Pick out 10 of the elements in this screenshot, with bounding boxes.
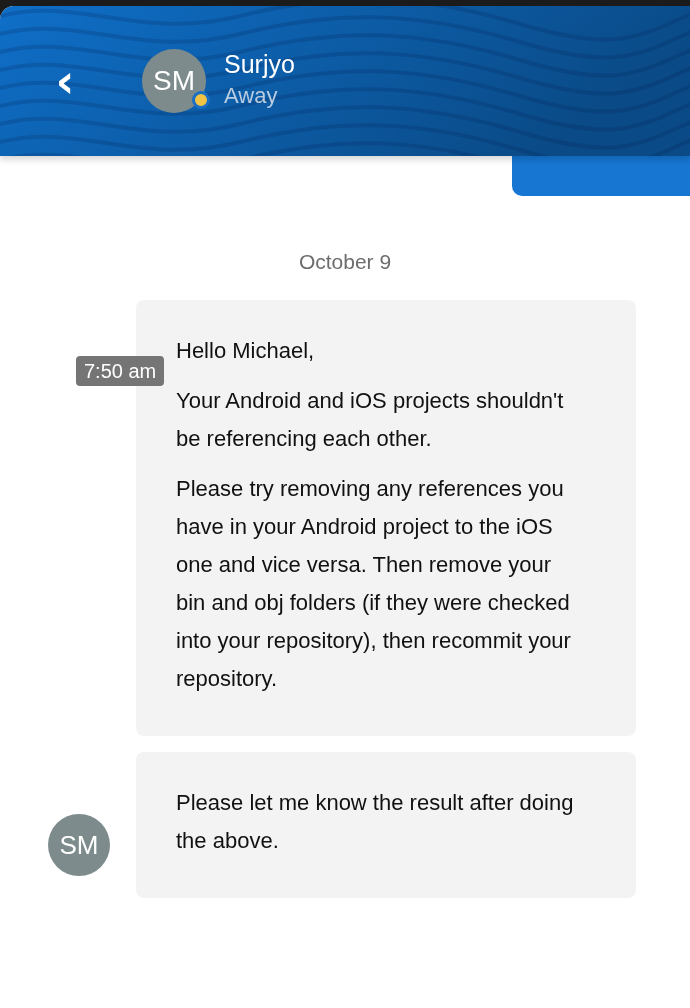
back-button[interactable]: ‹ [50,61,80,101]
date-divider: October 9 [298,250,392,274]
timestamp-tooltip: 7:50 am [76,356,165,386]
message-text: Please let me know the result after doing the above. [176,789,574,855]
message-text: Please try removing any references you have in your Android project to the iOS one and vice versa. Then remove your bin and obj folders (if they were checked into your repository), then recommit your repository. [176,475,572,693]
avatar: SM [48,814,110,876]
contact-status: Away [224,82,279,109]
contact-name: Surjyo [224,49,295,79]
message-text: Your Android and iOS projects shouldn't be referencing each other. [176,387,565,453]
message-text: Hello Michael, [176,337,316,365]
